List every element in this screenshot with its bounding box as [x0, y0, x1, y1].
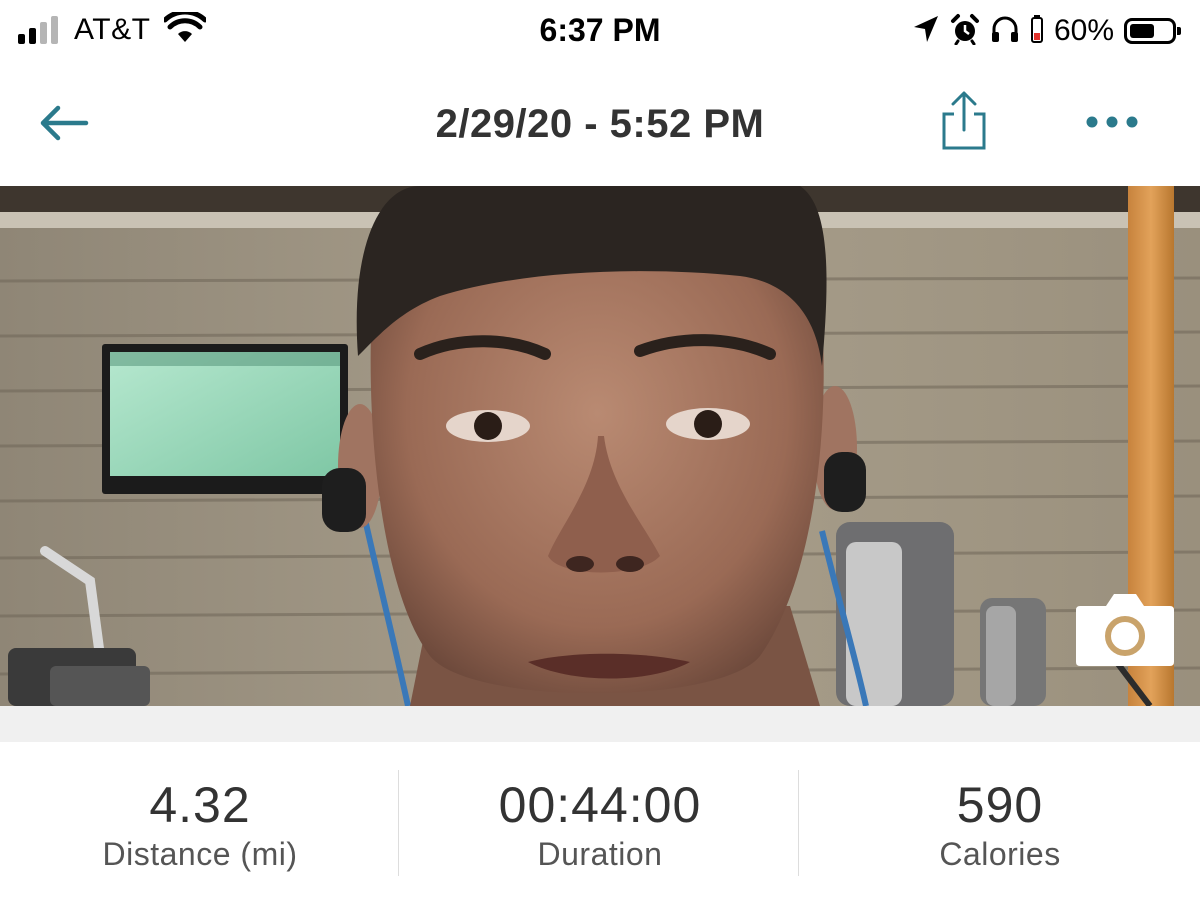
stat-calories: 590 Calories: [800, 742, 1200, 905]
stat-value: 4.32: [149, 777, 251, 833]
battery-nub: [1177, 27, 1181, 35]
stat-divider: [398, 770, 399, 876]
stat-label: Duration: [537, 836, 663, 872]
add-photo-button[interactable]: [1074, 592, 1176, 668]
workout-stats: 4.32 Distance (mi) 00:44:00 Duration 590…: [0, 742, 1200, 905]
stat-label: Calories: [939, 836, 1061, 872]
alarm-icon: [950, 13, 980, 50]
page-title: 2/29/20 - 5:52 PM: [435, 102, 765, 146]
more-dots-icon: [1086, 116, 1138, 128]
stat-label: Distance (mi): [102, 836, 298, 872]
camera-icon: [1076, 594, 1174, 666]
battery-percent: 60%: [1053, 14, 1114, 47]
stat-divider: [798, 770, 799, 876]
stat-duration: 00:44:00 Duration: [400, 742, 800, 905]
battery-icon: [1124, 18, 1181, 44]
stat-value: 590: [956, 777, 1044, 833]
section-divider: [0, 706, 1200, 742]
status-bar: AT&T 6:37 PM 60%: [0, 0, 1200, 62]
location-arrow-icon: [912, 14, 940, 49]
headphones-icon: [990, 14, 1020, 49]
stat-distance: 4.32 Distance (mi): [0, 742, 400, 905]
nav-bar: 2/29/20 - 5:52 PM: [0, 62, 1200, 186]
low-battery-device-icon: [1030, 14, 1044, 49]
share-button[interactable]: [936, 90, 992, 154]
share-icon: [942, 91, 986, 150]
stat-value: 00:44:00: [498, 777, 702, 833]
battery-fill: [1130, 24, 1154, 38]
workout-photo-illustration: [0, 186, 1200, 706]
more-options-button[interactable]: [1080, 106, 1144, 138]
workout-photo[interactable]: [0, 186, 1200, 706]
status-right: 60%: [912, 12, 1181, 50]
